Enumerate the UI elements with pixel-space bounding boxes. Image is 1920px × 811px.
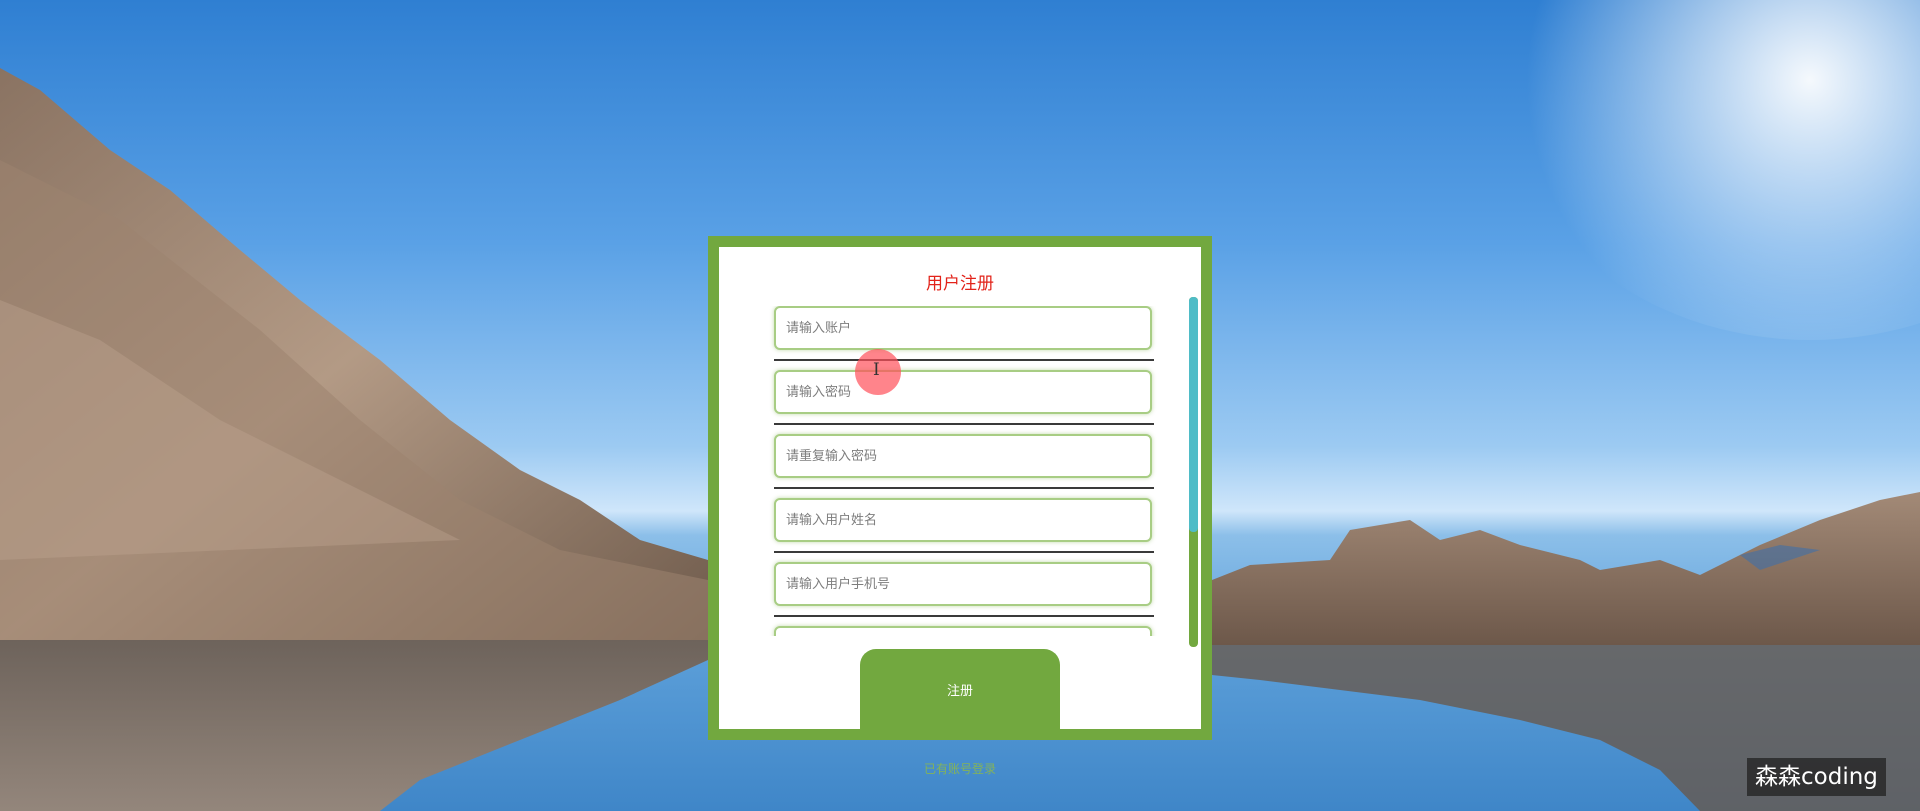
phone-input[interactable] [774,562,1152,606]
id-number-field-row [774,626,1156,636]
text-cursor-icon: I [873,360,880,380]
background-scene: 用户注册 请输入账户 请输入用户姓名 请输入用户手机号 请输入用户身份证号 注册… [0,0,1920,811]
phone-field-row [774,562,1156,626]
watermark: 森森coding [1747,758,1886,796]
register-card: 用户注册 请输入账户 请输入用户姓名 请输入用户手机号 请输入用户身份证号 注册 [708,236,1212,740]
register-title: 用户注册 [926,274,994,294]
field-divider [774,551,1154,553]
scrollbar-thumb[interactable] [1189,297,1198,532]
password-input[interactable] [774,370,1152,414]
field-divider [774,359,1154,361]
name-input[interactable] [774,498,1152,542]
confirm-password-field-row [774,434,1156,498]
account-input[interactable] [774,306,1152,350]
fields-scroll-area[interactable] [719,306,1201,636]
scrollbar[interactable] [1189,297,1198,647]
mouse-cursor-highlight: I [855,349,901,395]
field-divider [774,423,1154,425]
confirm-password-input[interactable] [774,434,1152,478]
login-link[interactable]: 已有账号登录 [860,760,1060,777]
id-number-input[interactable] [774,626,1152,636]
name-field-row [774,498,1156,562]
register-button[interactable]: 注册 [860,649,1060,729]
account-field-row [774,306,1156,370]
field-divider [774,487,1154,489]
field-divider [774,615,1154,617]
password-field-row [774,370,1156,434]
